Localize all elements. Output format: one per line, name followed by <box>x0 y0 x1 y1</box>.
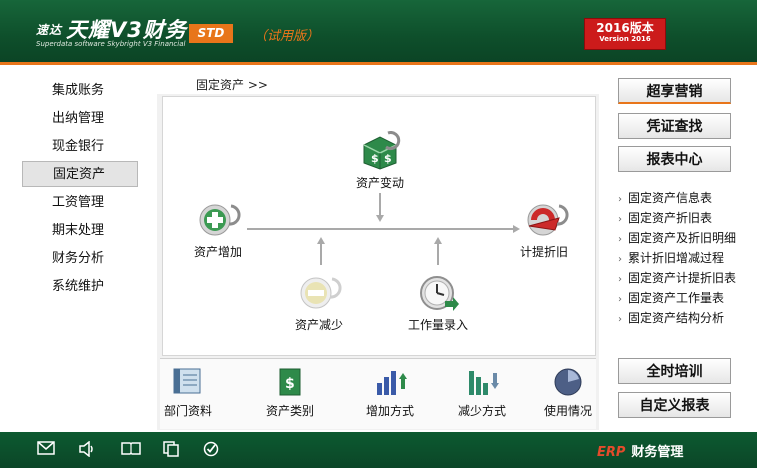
depreciation-icon <box>527 204 569 236</box>
chevron-right-icon: › <box>618 254 622 265</box>
mail-icon[interactable] <box>37 441 55 459</box>
nav-item-cashier[interactable]: 出纳管理 <box>22 106 138 132</box>
flow-node-depreciation[interactable]: 计提折旧 <box>509 200 579 260</box>
flow-line-workload <box>437 243 439 265</box>
copy-icon[interactable] <box>162 441 180 459</box>
svg-text:$: $ <box>371 152 379 165</box>
nav-item-payroll[interactable]: 工资管理 <box>22 190 138 216</box>
usage-gauge-icon <box>554 368 582 396</box>
tool-label-increase-method: 增加方式 <box>365 404 414 418</box>
chevron-right-icon: › <box>618 294 622 305</box>
flow-node-asset-change[interactable]: $ $ 资产变动 <box>345 131 415 191</box>
flow-arrow-change <box>376 215 384 222</box>
erp-text: 财务管理 <box>631 445 684 460</box>
chevron-right-icon: › <box>618 194 622 205</box>
decrease-chart-icon <box>469 371 499 395</box>
report-link-label: 固定资产工作量表 <box>628 291 725 305</box>
increase-chart-icon <box>377 371 407 395</box>
report-link-depreciation[interactable]: › 固定资产折旧表 <box>618 209 712 226</box>
check-icon[interactable] <box>202 441 220 459</box>
nav-item-system-maintenance[interactable]: 系统维护 <box>22 274 138 300</box>
nav-item-integrated-accounting[interactable]: 集成账务 <box>22 78 138 104</box>
report-link-structure-analysis[interactable]: › 固定资产结构分析 <box>618 309 724 326</box>
tool-label-decrease-method: 减少方式 <box>457 404 506 418</box>
tool-usage-status[interactable]: 使用情况 <box>540 365 596 419</box>
clock-icon <box>420 276 459 311</box>
bottom-toolbar: 部门资料 $ 资产类别 增加方式 减少方式 使用情况 <box>160 358 596 429</box>
chevron-right-icon: › <box>618 314 622 325</box>
chevron-right-icon: › <box>618 274 622 285</box>
flow-label-depreciation: 计提折旧 <box>519 245 568 259</box>
tool-increase-method[interactable]: 增加方式 <box>360 365 420 419</box>
flow-line-change <box>379 193 381 217</box>
report-link-workload[interactable]: › 固定资产工作量表 <box>618 289 724 306</box>
nav-item-fixed-assets[interactable]: 固定资产 <box>22 161 138 187</box>
custom-report-button[interactable]: 自定义报表 <box>618 392 731 418</box>
volume-icon[interactable] <box>78 440 96 459</box>
department-data-icon <box>173 368 201 394</box>
asset-change-icon: $ $ <box>363 131 401 170</box>
version-sub: Version 2016 <box>599 35 651 43</box>
logo-text: 天耀V3财务 <box>66 18 187 42</box>
report-link-label: 固定资产结构分析 <box>628 311 725 325</box>
flow-line-reduce <box>320 243 322 265</box>
header-accent-line <box>0 62 757 65</box>
chevron-right-icon: › <box>618 214 622 225</box>
training-button[interactable]: 全时培训 <box>618 358 731 384</box>
flow-arrow-workload <box>434 237 442 244</box>
svg-text:$: $ <box>285 376 295 392</box>
nav-item-cash-bank[interactable]: 现金银行 <box>22 134 138 160</box>
flow-node-asset-reduce[interactable]: 资产减少 <box>284 273 354 333</box>
erp-module-label: ERP 财务管理 <box>597 441 683 460</box>
edition-badge: STD <box>189 24 233 43</box>
flow-node-workload-entry[interactable]: 工作量录入 <box>398 273 478 333</box>
trial-label: （试用版） <box>254 29 320 44</box>
flow-node-asset-add[interactable]: 资产增加 <box>183 200 253 260</box>
logo-prefix: 速达 <box>36 23 63 37</box>
erp-tag: ERP <box>597 445 626 460</box>
tool-department-data[interactable]: 部门资料 <box>160 365 216 419</box>
report-link-depreciation-provision[interactable]: › 固定资产计提折旧表 <box>618 269 736 286</box>
flow-arrow-reduce <box>317 237 325 244</box>
svg-text:$: $ <box>384 152 392 165</box>
tool-asset-category[interactable]: $ 资产类别 <box>260 365 320 419</box>
voucher-search-button[interactable]: 凭证查找 <box>618 113 731 139</box>
flow-label-workload-entry: 工作量录入 <box>407 318 468 332</box>
asset-reduce-icon <box>300 277 342 309</box>
report-center-button[interactable]: 报表中心 <box>618 146 731 172</box>
nav-item-period-end[interactable]: 期末处理 <box>22 218 138 244</box>
flow-panel: $ $ 资产变动 资产增加 计提折旧 资产减少 工作量录入 <box>162 96 596 356</box>
asset-add-icon <box>199 204 241 236</box>
report-link-asset-depreciation-detail[interactable]: › 固定资产及折旧明细 <box>618 229 736 246</box>
asset-category-icon: $ <box>279 368 301 396</box>
flow-label-asset-reduce: 资产减少 <box>294 318 343 332</box>
tool-label-department-data: 部门资料 <box>163 404 212 418</box>
flow-line-main <box>247 228 515 230</box>
breadcrumb: 固定资产 >> <box>196 78 268 92</box>
report-link-label: 固定资产折旧表 <box>628 211 713 225</box>
flow-label-asset-change: 资产变动 <box>355 176 404 190</box>
tool-decrease-method[interactable]: 减少方式 <box>452 365 512 419</box>
version-badge: 2016版本 Version 2016 <box>584 18 666 50</box>
tool-label-asset-category: 资产类别 <box>265 404 314 418</box>
report-link-label: 固定资产及折旧明细 <box>628 231 737 245</box>
flow-label-asset-add: 资产增加 <box>193 245 242 259</box>
report-link-label: 累计折旧增减过程 <box>628 251 725 265</box>
report-link-asset-info[interactable]: › 固定资产信息表 <box>618 189 712 206</box>
book-icon[interactable] <box>121 441 141 459</box>
marketing-button[interactable]: 超享营销 <box>618 78 731 104</box>
report-link-label: 固定资产信息表 <box>628 191 713 205</box>
report-link-label: 固定资产计提折旧表 <box>628 271 737 285</box>
nav-item-financial-analysis[interactable]: 财务分析 <box>22 246 138 272</box>
logo-subtitle: Superdata software Skybright V3 Financia… <box>36 40 186 48</box>
report-link-accumulated-depreciation[interactable]: › 累计折旧增减过程 <box>618 249 724 266</box>
version-main: 2016版本 <box>596 21 654 35</box>
chevron-right-icon: › <box>618 234 622 245</box>
tool-label-usage-status: 使用情况 <box>543 404 592 418</box>
